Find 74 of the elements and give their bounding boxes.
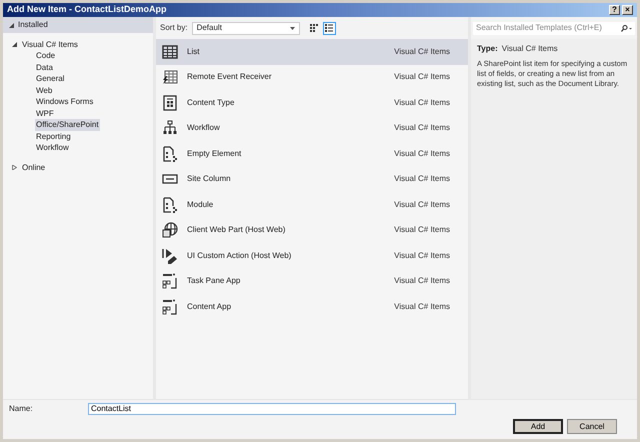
tree-item[interactable]: Office/SharePoint — [35, 119, 100, 132]
type-value: Visual C# Items — [502, 43, 558, 55]
template-row[interactable]: Content Type Visual C# Items — [156, 90, 468, 116]
expanded-arrow-icon[interactable] — [9, 22, 14, 28]
template-name: Remote Event Receiver — [187, 71, 272, 84]
add-button[interactable]: Add — [513, 419, 563, 434]
globe-window-icon — [162, 222, 178, 238]
app-pane-icon — [162, 273, 178, 290]
hierarchy-icon — [162, 120, 178, 136]
template-category: Visual C# Items — [394, 224, 450, 236]
template-category: Visual C# Items — [394, 148, 450, 160]
window-title: Add New Item - ContactListDemoApp — [7, 3, 167, 16]
name-field[interactable]: ContactList — [88, 403, 456, 415]
template-category: Visual C# Items — [394, 173, 450, 186]
tree-item[interactable]: Web — [35, 84, 54, 97]
template-row[interactable]: UI Custom Action (Host Web) Visual C# Items — [156, 243, 468, 268]
search-icon — [620, 24, 632, 32]
template-category: Visual C# Items — [394, 122, 450, 134]
template-category: Visual C# Items — [394, 300, 450, 313]
template-row[interactable]: Module Visual C# Items — [156, 192, 468, 218]
template-row[interactable]: Task Pane App Visual C# Items — [156, 268, 468, 294]
tree-item[interactable]: Workflow — [35, 142, 70, 154]
template-name: List — [187, 46, 200, 58]
template-row[interactable]: Site Column Visual C# Items — [156, 166, 468, 192]
tree-item[interactable]: Code — [35, 50, 56, 62]
template-category: Visual C# Items — [394, 96, 450, 109]
tree-item[interactable]: Data — [35, 62, 54, 74]
type-label: Type: — [477, 43, 498, 55]
grid-lightning-icon — [162, 69, 178, 86]
template-name: Client Web Part (Host Web) — [187, 224, 286, 236]
caret-icon — [290, 26, 295, 30]
grid-icon — [162, 44, 178, 60]
document-dots-icon — [162, 196, 178, 213]
content-type-icon — [162, 94, 178, 111]
template-category: Visual C# Items — [394, 275, 450, 288]
sort-label: Sort by: — [160, 22, 188, 34]
template-category: Visual C# Items — [394, 198, 450, 211]
play-pencil-icon — [162, 248, 178, 264]
tree-item[interactable]: Visual C# Items — [21, 38, 79, 51]
tiles-view-button[interactable] — [308, 22, 321, 34]
tree-item[interactable]: Reporting — [35, 130, 72, 143]
template-row[interactable]: Remote Event Receiver Visual C# Items — [156, 64, 468, 90]
search-field[interactable]: Search Installed Templates (Ctrl+E) — [473, 22, 635, 34]
name-label: Name: — [9, 403, 34, 415]
template-category: Visual C# Items — [394, 250, 450, 262]
template-category: Visual C# Items — [394, 46, 450, 58]
tree-item[interactable]: Online — [21, 162, 46, 174]
template-row[interactable]: Client Web Part (Host Web) Visual C# Items — [156, 218, 468, 243]
template-row[interactable]: Content App Visual C# Items — [156, 294, 468, 320]
template-category: Visual C# Items — [394, 71, 450, 84]
template-name: Content App — [187, 300, 232, 313]
template-name: Module — [187, 198, 214, 211]
template-name: Empty Element — [187, 148, 242, 160]
template-name: Workflow — [187, 122, 221, 134]
tree-item[interactable]: Windows Forms — [35, 96, 94, 108]
template-name: Task Pane App — [187, 275, 242, 288]
app-pane-icon — [162, 298, 178, 315]
close-button[interactable]: × — [622, 5, 633, 15]
help-button[interactable]: ? — [609, 5, 620, 15]
template-name: Site Column — [187, 173, 232, 186]
template-row[interactable]: List Visual C# Items — [156, 39, 468, 64]
cancel-button[interactable]: Cancel — [567, 419, 617, 434]
template-row[interactable]: Empty Element Visual C# Items — [156, 141, 468, 166]
collapsed-arrow-icon[interactable] — [12, 165, 17, 170]
template-name: UI Custom Action (Host Web) — [187, 250, 292, 262]
tree-item[interactable]: General — [35, 73, 66, 86]
document-dots-icon — [162, 146, 178, 162]
template-row[interactable]: Workflow Visual C# Items — [156, 116, 468, 141]
list-view-button[interactable] — [322, 22, 336, 34]
tree-item[interactable]: Installed — [18, 19, 48, 31]
tree-item[interactable]: WPF — [35, 108, 55, 120]
template-name: Content Type — [187, 96, 236, 109]
sort-dropdown[interactable]: Default — [192, 22, 300, 34]
expanded-arrow-icon[interactable] — [12, 42, 17, 48]
